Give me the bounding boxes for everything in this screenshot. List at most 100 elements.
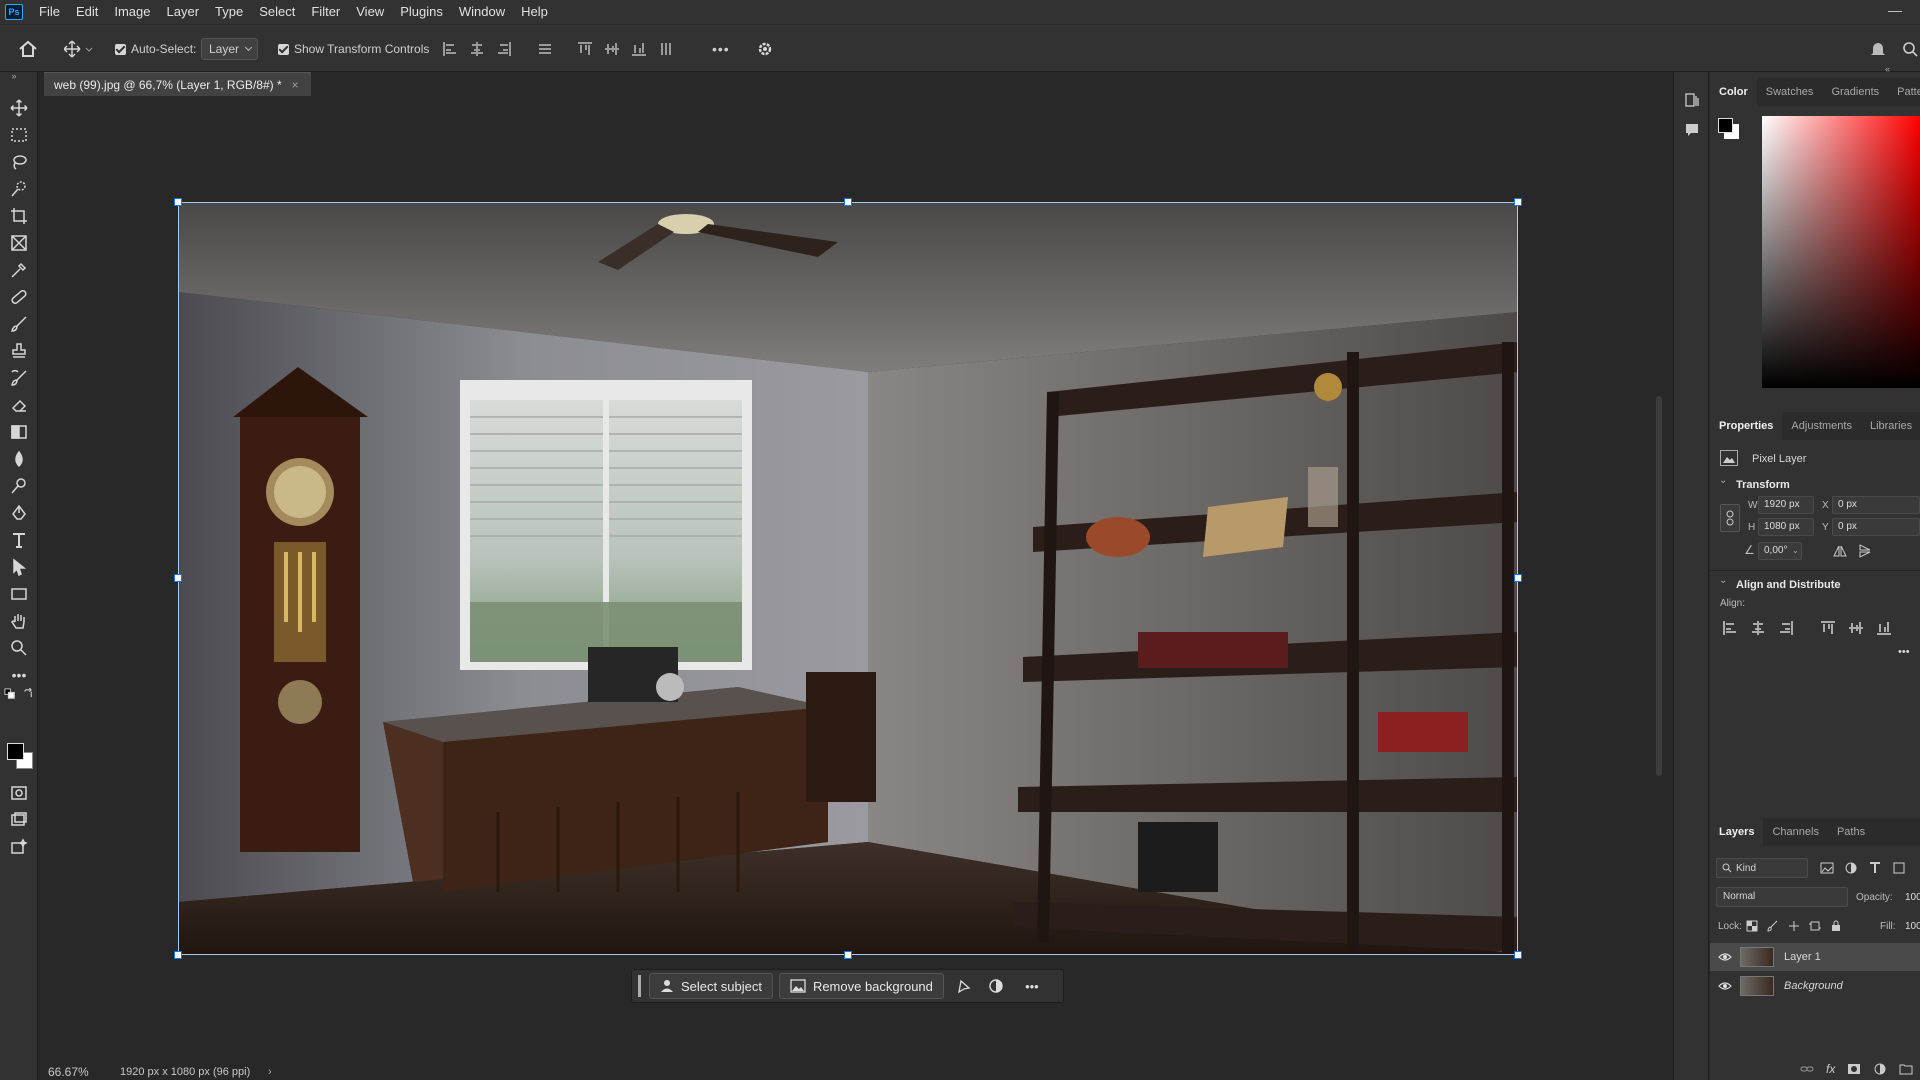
drag-handle[interactable] — [638, 975, 641, 997]
transform-handle-top-right[interactable] — [1514, 198, 1522, 206]
flip-horizontal-icon[interactable] — [1833, 544, 1847, 561]
menu-image[interactable]: Image — [106, 0, 158, 24]
tab-swatches[interactable]: Swatches — [1757, 78, 1823, 106]
flip-vertical-icon[interactable] — [1858, 544, 1872, 561]
color-panel-foreground-swatch[interactable] — [1718, 118, 1733, 133]
transform-handle-bottom-left[interactable] — [174, 951, 182, 959]
align-right-icon[interactable] — [1778, 620, 1794, 636]
transform-handle-top-left[interactable] — [174, 198, 182, 206]
link-layers-icon[interactable] — [1800, 1062, 1814, 1076]
menu-type[interactable]: Type — [207, 0, 251, 24]
generative-ai-icon[interactable] — [9, 837, 29, 857]
zoom-level[interactable]: 66.67% — [38, 1065, 108, 1079]
layer-filter-dropdown[interactable]: Kind — [1716, 858, 1808, 878]
tab-libraries[interactable]: Libraries — [1861, 412, 1920, 440]
tab-paths[interactable]: Paths — [1828, 818, 1874, 846]
document-tab[interactable]: web (99).jpg @ 66,7% (Layer 1, RGB/8#) *… — [44, 72, 311, 96]
swap-colors-icon[interactable] — [22, 687, 34, 699]
color-picker-field[interactable] — [1762, 116, 1920, 388]
transform-handle-right[interactable] — [1514, 574, 1522, 582]
x-field[interactable]: 0 px — [1832, 496, 1920, 514]
crop-tool-icon[interactable] — [9, 206, 29, 226]
collapse-panels-icon[interactable]: « — [1885, 64, 1890, 74]
fill-value[interactable]: 100 — [1905, 921, 1920, 932]
lock-all-icon[interactable] — [1830, 920, 1842, 932]
layer-name[interactable]: Layer 1 — [1784, 951, 1821, 963]
comments-panel-icon[interactable] — [1684, 122, 1700, 141]
brush-tool-icon[interactable] — [9, 314, 29, 334]
search-icon[interactable] — [1902, 37, 1918, 61]
healing-brush-tool-icon[interactable] — [9, 287, 29, 307]
lock-position-icon[interactable] — [1788, 920, 1800, 932]
quick-selection-tool-icon[interactable] — [9, 179, 29, 199]
hand-tool-icon[interactable] — [9, 611, 29, 631]
layer-name[interactable]: Background — [1784, 980, 1843, 992]
marquee-tool-icon[interactable] — [9, 125, 29, 145]
auto-select-checkbox[interactable]: Auto-Select: — [115, 37, 196, 61]
collapse-toolbar-icon[interactable]: » — [4, 66, 24, 86]
gradient-tool-icon[interactable] — [9, 422, 29, 442]
align-right-edges-icon[interactable] — [496, 41, 512, 57]
filter-type-layers-icon[interactable] — [1868, 861, 1882, 875]
show-transform-controls-checkbox[interactable]: Show Transform Controls — [278, 37, 429, 61]
fx-icon[interactable]: fx — [1826, 1062, 1835, 1076]
auto-select-target-dropdown[interactable]: Layer — [201, 38, 259, 60]
distribute-vertical-icon[interactable] — [537, 41, 553, 57]
move-tool-preset-icon[interactable] — [64, 37, 94, 61]
tab-properties[interactable]: Properties — [1710, 412, 1783, 440]
menu-filter[interactable]: Filter — [303, 0, 348, 24]
more-options-button[interactable]: ••• — [712, 37, 730, 61]
transform-handle-top[interactable] — [844, 198, 852, 206]
clone-stamp-tool-icon[interactable] — [9, 341, 29, 361]
screen-mode-icon[interactable] — [9, 810, 29, 830]
layer-row-background[interactable]: Background — [1710, 972, 1920, 1000]
opacity-value[interactable]: 100 — [1905, 892, 1920, 903]
tab-patterns[interactable]: Patte — [1888, 78, 1920, 106]
filter-pixel-layers-icon[interactable] — [1820, 861, 1834, 875]
close-tab-icon[interactable]: × — [292, 78, 299, 92]
menu-window[interactable]: Window — [451, 0, 513, 24]
transform-handle-bottom-right[interactable] — [1514, 951, 1522, 959]
angle-dropdown-icon[interactable]: ⌄ — [1792, 542, 1804, 560]
window-minimize-button[interactable]: — — [1888, 2, 1902, 18]
layer-row-layer-1[interactable]: Layer 1 — [1710, 943, 1920, 971]
status-menu-arrow[interactable]: › — [268, 1066, 272, 1078]
distribute-horizontal-icon[interactable] — [658, 41, 674, 57]
height-field[interactable]: 1080 px — [1758, 518, 1814, 536]
move-tool-icon[interactable] — [9, 98, 29, 118]
transform-handle-bottom[interactable] — [844, 951, 852, 959]
bell-icon[interactable] — [1870, 37, 1886, 61]
more-options-button[interactable]: ••• — [1014, 979, 1050, 994]
path-selection-tool-icon[interactable] — [9, 557, 29, 577]
menu-layer[interactable]: Layer — [159, 0, 208, 24]
blend-mode-dropdown[interactable]: Normal — [1716, 887, 1848, 907]
transform-handle-left[interactable] — [174, 574, 182, 582]
menu-edit[interactable]: Edit — [68, 0, 106, 24]
menu-select[interactable]: Select — [251, 0, 303, 24]
rectangle-tool-icon[interactable] — [9, 584, 29, 604]
eye-icon[interactable] — [1718, 950, 1732, 964]
align-bottom-edges-icon[interactable] — [631, 41, 647, 57]
chevron-down-icon[interactable]: ⌄ — [1719, 575, 1727, 586]
tab-color[interactable]: Color — [1710, 78, 1757, 106]
align-top-edges-icon[interactable] — [577, 41, 593, 57]
tab-gradients[interactable]: Gradients — [1822, 78, 1888, 106]
dodge-tool-icon[interactable] — [9, 476, 29, 496]
tab-adjustments[interactable]: Adjustments — [1782, 412, 1861, 440]
lock-artboard-icon[interactable] — [1809, 920, 1821, 932]
select-subject-button[interactable]: Select subject — [649, 973, 773, 999]
menu-help[interactable]: Help — [513, 0, 556, 24]
align-center-icon[interactable] — [1750, 620, 1766, 636]
lock-image-pixels-icon[interactable] — [1767, 920, 1779, 932]
eye-icon[interactable] — [1718, 979, 1732, 993]
align-left-icon[interactable] — [1722, 620, 1738, 636]
align-left-edges-icon[interactable] — [442, 41, 458, 57]
default-colors-icon[interactable] — [3, 687, 15, 699]
lock-transparent-pixels-icon[interactable] — [1746, 920, 1758, 932]
menu-file[interactable]: File — [31, 0, 68, 24]
pen-tool-icon[interactable] — [9, 503, 29, 523]
edit-toolbar-icon[interactable]: ••• — [9, 665, 29, 685]
transform-icon[interactable] — [950, 978, 978, 994]
menu-view[interactable]: View — [348, 0, 392, 24]
quick-mask-icon[interactable] — [9, 783, 29, 803]
